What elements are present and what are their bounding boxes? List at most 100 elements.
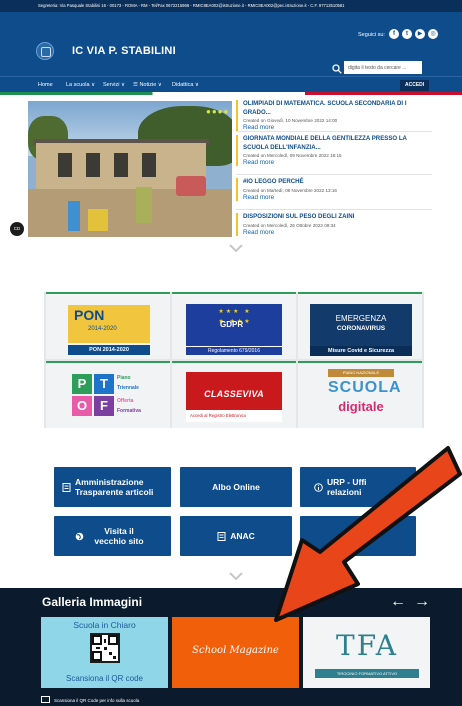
ptof-letter: T [94, 374, 114, 394]
follow-label: Seguici su: [358, 32, 385, 38]
classeviva-logo: CLASSEVIVA Accedi al Registro Elettronic… [186, 372, 282, 422]
banner-pon[interactable]: PON 2014-2020 PON 2014-2020 [46, 292, 170, 359]
card-title: School Magazine [192, 645, 279, 656]
pon-years: 2014-2020 [88, 326, 117, 332]
news-item[interactable]: #IO LEGGO PERCHÉ Created on Martedì, 08 … [236, 178, 432, 201]
amministrazione-trasparente-button[interactable]: Amministrazione Trasparente articoli [54, 467, 171, 507]
photo-toy [68, 201, 80, 231]
nav-item-la-scuola[interactable]: La scuola ∨ [66, 77, 95, 93]
read-more-link[interactable]: Read more [243, 194, 432, 201]
pon-logo: PON 2014-2020 [68, 305, 150, 343]
card-title: Scuola in Chiaro [73, 620, 136, 630]
news-divider [236, 131, 432, 132]
banner-caption: Regolamento 679/2016 [186, 346, 282, 355]
ptof-letter: P [72, 374, 92, 394]
search-input[interactable] [344, 61, 422, 74]
pon-word: PON [74, 307, 105, 323]
photo-window [86, 153, 100, 177]
news-date: Created on Martedì, 08 Novembre 2022 13:… [243, 187, 337, 193]
news-date: Created on Mercoledì, 09 Novembre 2022 1… [243, 153, 342, 158]
scuola-digitale-word: SCUOLA [328, 379, 402, 396]
main-nav: Home La scuola ∨ Servizi ∨ ☰ Notizie ∨ D… [0, 76, 462, 92]
school-emblem-icon[interactable] [36, 42, 54, 60]
cd-badge[interactable]: CD [10, 222, 24, 236]
nav-item-notizie[interactable]: ☰ Notizie ∨ [133, 77, 162, 93]
chevron-down-icon[interactable] [229, 243, 243, 253]
image-icon [41, 696, 50, 703]
slide-dots-icon[interactable]: ●●●● [206, 107, 229, 116]
search-icon[interactable] [332, 64, 342, 74]
ptof-logo: P T O F Piano Triennale Offerta Formativ… [72, 372, 142, 422]
login-button[interactable]: ACCEDI [400, 80, 430, 91]
scuola-digitale-top: PIANO NAZIONALE [328, 369, 394, 377]
news-title[interactable]: DISPOSIZIONI SUL PESO DEGLI ZAINI [243, 213, 432, 222]
tfa-logo: TFA [336, 629, 398, 662]
news-date: Created on Mercoledì, 26 Ottobre 2022 09… [243, 222, 336, 228]
banner-gdpr[interactable]: ★★★ ★ ★ ★★★ GDPR Regolamento 679/2016 [172, 292, 296, 359]
gdpr-word: GDPR [220, 320, 244, 329]
globe-icon [75, 532, 84, 540]
scuola-digitale-word: digitale [338, 399, 384, 414]
top-info-bar: Segreteria: Via Pasquale Stabilini 16 - … [0, 0, 462, 12]
ptof-letter: O [72, 396, 92, 416]
news-item[interactable]: DISPOSIZIONI SUL PESO DEGLI ZAINI Create… [236, 213, 432, 236]
banner-caption: Misure Covid e Sicurezza [310, 346, 412, 356]
news-date: Created on Giovedì, 10 Novembre 2022 14:… [243, 118, 338, 123]
news-item[interactable]: OLIMPIADI DI MATEMATICA. SCUOLA SECONDAR… [236, 100, 432, 131]
photo-slide [136, 187, 152, 223]
banner-ptof[interactable]: P T O F Piano Triennale Offerta Formativ… [46, 361, 170, 428]
vecchio-sito-button[interactable]: Visita il vecchio sito [54, 516, 171, 556]
scuola-digitale-logo: PIANO NAZIONALE SCUOLA digitale [328, 369, 402, 425]
news-title[interactable]: #IO LEGGO PERCHÉ [243, 178, 432, 187]
gallery-card-scuola-in-chiaro[interactable]: Scuola in Chiaro Scansiona il QR code [41, 617, 168, 688]
read-more-link[interactable]: Read more [243, 159, 432, 166]
chevron-down-icon[interactable] [229, 571, 243, 581]
covid-line2: CORONAVIRUS [336, 325, 386, 332]
ptof-letter: F [94, 396, 114, 416]
service-label: ANAC [230, 531, 255, 541]
twitter-icon[interactable]: t [402, 29, 412, 39]
banner-grid: PON 2014-2020 PON 2014-2020 ★★★ ★ ★ ★★★ … [44, 292, 424, 428]
site-title[interactable]: IC VIA P. STABILINI [72, 45, 176, 57]
banner-scuola-digitale[interactable]: PIANO NAZIONALE SCUOLA digitale [298, 361, 422, 428]
tfa-subtitle: TIROCINIO FORMATIVO ATTIVO [315, 669, 419, 678]
service-label: Amministrazione Trasparente articoli [75, 477, 154, 497]
read-more-link[interactable]: Read more [243, 124, 432, 131]
gdpr-logo: ★★★ ★ ★ ★★★ GDPR [186, 304, 282, 346]
site-header: IC VIA P. STABILINI Seguici su: f t ▶ ◎ [0, 12, 462, 76]
ptof-word: Piano [117, 375, 131, 381]
slideshow-photo[interactable]: ●●●● [28, 101, 232, 237]
card-caption: Scansiona il QR code [66, 674, 143, 683]
news-item[interactable]: GIORNATA MONDIALE DELLA GENTILEZZA PRESS… [236, 135, 432, 166]
ptof-word: Formativa [117, 408, 141, 414]
news-title[interactable]: OLIMPIADI DI MATEMATICA. SCUOLA SECONDAR… [243, 100, 432, 117]
news-divider [236, 209, 432, 210]
classeviva-word: CLASSEVIVA [204, 389, 264, 399]
globe-icon[interactable]: ◎ [428, 29, 438, 39]
photo-window [58, 153, 72, 177]
document-icon [217, 531, 226, 541]
nav-item-didattica[interactable]: Didattica ∨ [172, 77, 199, 93]
read-more-link[interactable]: Read more [243, 229, 432, 236]
flag-stripe [0, 92, 462, 95]
service-label: Visita il vecchio sito [94, 526, 144, 546]
gallery-caption: Scansiona il QR Code per info sulla scuo… [54, 698, 140, 703]
facebook-icon[interactable]: f [389, 29, 399, 39]
youtube-icon[interactable]: ▶ [415, 29, 425, 39]
document-icon [62, 482, 71, 492]
ptof-word: Offerta [117, 398, 134, 404]
qr-code-icon [90, 633, 120, 663]
banner-classeviva[interactable]: CLASSEVIVA Accedi al Registro Elettronic… [172, 361, 296, 428]
news-title[interactable]: GIORNATA MONDIALE DELLA GENTILEZZA PRESS… [243, 135, 432, 152]
covid-logo: EMERGENZA CORONAVIRUS [310, 304, 412, 346]
nav-item-servizi[interactable]: Servizi ∨ [103, 77, 125, 93]
news-divider [236, 174, 432, 175]
photo-playhouse [176, 176, 206, 196]
banner-covid[interactable]: EMERGENZA CORONAVIRUS Misure Covid e Sic… [298, 292, 422, 359]
ptof-word: Triennale [117, 385, 139, 391]
classeviva-link[interactable]: Accedi al Registro Elettronico [186, 410, 282, 422]
photo-ground [28, 189, 232, 237]
annotation-arrow [274, 446, 462, 622]
nav-item-home[interactable]: Home [38, 77, 53, 93]
photo-window [114, 153, 128, 177]
